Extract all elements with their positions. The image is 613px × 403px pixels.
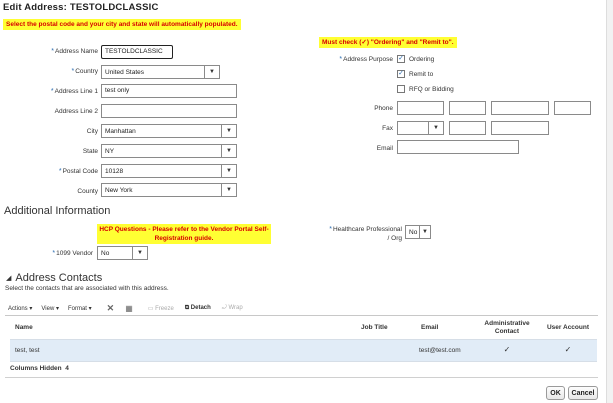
user-check-icon: ✓ bbox=[564, 345, 572, 354]
fax-area-input[interactable] bbox=[449, 121, 486, 135]
row-email: test@test.com bbox=[419, 347, 461, 354]
required-icon: * bbox=[71, 68, 75, 75]
wrap-button[interactable]: ⤾ Wrap bbox=[222, 305, 243, 312]
county-select[interactable]: New York ▼ bbox=[101, 183, 237, 197]
footer-divider bbox=[5, 377, 598, 378]
fax-label: Fax bbox=[382, 125, 393, 132]
required-icon: * bbox=[50, 88, 54, 95]
healthcare-professional-label: *Healthcare Professional / Org bbox=[329, 226, 402, 242]
state-select[interactable]: NY ▼ bbox=[101, 144, 237, 158]
col-name[interactable]: Name bbox=[15, 324, 33, 331]
city-select[interactable]: Manhattan ▼ bbox=[101, 124, 237, 138]
hcp-note: HCP Questions - Please refer to the Vend… bbox=[97, 224, 271, 244]
col-user-account[interactable]: User Account bbox=[543, 324, 593, 331]
checkbox-rfq[interactable] bbox=[397, 85, 405, 93]
state-label: State bbox=[82, 148, 98, 155]
vendor-1099-select[interactable]: No ▼ bbox=[97, 246, 148, 260]
col-administrative-contact[interactable]: Administrative Contact bbox=[474, 320, 540, 336]
chevron-down-icon[interactable]: ▼ bbox=[428, 122, 443, 134]
phone-label: Phone bbox=[374, 105, 393, 112]
toolbar-divider bbox=[5, 315, 598, 316]
address-name-input[interactable]: TESTOLDCLASSIC bbox=[101, 45, 173, 59]
scrollbar[interactable] bbox=[606, 0, 613, 403]
chevron-down-icon[interactable]: ▼ bbox=[221, 145, 236, 157]
address-purpose-label: *Address Purpose bbox=[339, 56, 393, 63]
row-name: test, test bbox=[15, 347, 40, 354]
address-line1-label: *Address Line 1 bbox=[50, 88, 98, 95]
postal-note: Select the postal code and your city and… bbox=[3, 19, 241, 30]
email-label: Email bbox=[376, 145, 393, 152]
ok-button[interactable]: OK bbox=[546, 386, 565, 400]
county-label: County bbox=[77, 188, 98, 195]
columns-hidden: Columns Hidden 4 bbox=[10, 365, 69, 372]
admin-check-icon: ✓ bbox=[503, 345, 511, 354]
address-line2-input[interactable] bbox=[101, 104, 237, 118]
purpose-ordering[interactable]: ✓ Ordering bbox=[397, 55, 434, 63]
collapse-triangle-icon[interactable]: ◢ bbox=[6, 274, 11, 282]
address-line1-input[interactable]: test only bbox=[101, 84, 237, 98]
purpose-rfq[interactable]: RFQ or Bidding bbox=[397, 85, 454, 93]
delete-x-icon[interactable]: ✕ bbox=[107, 303, 115, 314]
postal-code-label: *Postal Code bbox=[58, 168, 98, 175]
postal-code-select[interactable]: 10128 ▼ bbox=[101, 164, 237, 178]
additional-info-heading: Additional Information bbox=[4, 205, 111, 217]
actions-menu[interactable]: Actions ▾ bbox=[8, 305, 32, 312]
country-select[interactable]: United States ▼ bbox=[101, 65, 220, 79]
checkbox-ordering[interactable]: ✓ bbox=[397, 55, 405, 63]
email-input[interactable] bbox=[397, 140, 519, 154]
required-icon: * bbox=[329, 226, 332, 233]
chevron-down-icon[interactable]: ▼ bbox=[419, 226, 430, 238]
must-check-note: Must check (✓) "Ordering" and "Remit to"… bbox=[319, 37, 457, 48]
chevron-down-icon[interactable]: ▼ bbox=[204, 66, 219, 78]
contacts-toolbar: Actions ▾ View ▾ Format ▾ ✕ ▦ ▭ Freeze ⧉… bbox=[8, 303, 243, 314]
purpose-remit-to[interactable]: ✓ Remit to bbox=[397, 70, 433, 78]
format-menu[interactable]: Format ▾ bbox=[68, 305, 92, 312]
fax-country-select[interactable]: ▼ bbox=[397, 121, 444, 135]
chevron-down-icon[interactable]: ▼ bbox=[221, 165, 236, 177]
fax-number-input[interactable] bbox=[491, 121, 549, 135]
view-menu[interactable]: View ▾ bbox=[41, 305, 59, 312]
dialog-title: Edit Address: TESTOLDCLASSIC bbox=[3, 2, 159, 13]
chevron-down-icon[interactable]: ▼ bbox=[221, 184, 236, 196]
freeze-icon: ▭ bbox=[147, 306, 154, 312]
city-label: City bbox=[86, 128, 98, 135]
vendor-1099-label: *1099 Vendor bbox=[52, 250, 93, 257]
healthcare-professional-select[interactable]: No ▼ bbox=[405, 225, 431, 239]
address-name-label: *Address Name bbox=[51, 48, 98, 55]
cancel-button[interactable]: Cancel bbox=[568, 386, 598, 400]
chevron-down-icon[interactable]: ▼ bbox=[132, 247, 147, 259]
contacts-subtitle: Select the contacts that are associated … bbox=[5, 285, 169, 292]
checkbox-remit-to[interactable]: ✓ bbox=[397, 70, 405, 78]
phone-country-input[interactable] bbox=[397, 101, 444, 115]
country-label: *Country bbox=[71, 68, 99, 75]
required-icon: * bbox=[58, 168, 62, 175]
required-icon: * bbox=[52, 250, 56, 257]
export-grid-icon[interactable]: ▦ bbox=[125, 304, 133, 313]
freeze-button[interactable]: ▭ Freeze bbox=[148, 305, 174, 312]
required-icon: * bbox=[51, 48, 54, 55]
phone-number-input[interactable] bbox=[491, 101, 549, 115]
required-icon: * bbox=[339, 56, 343, 63]
wrap-icon: ⤾ bbox=[221, 305, 227, 311]
phone-ext-input[interactable] bbox=[554, 101, 591, 115]
address-contacts-section: ◢ Address Contacts bbox=[6, 272, 102, 284]
address-contacts-heading: Address Contacts bbox=[15, 272, 103, 284]
chevron-down-icon[interactable]: ▼ bbox=[221, 125, 236, 137]
detach-button[interactable]: ⧉ Detach bbox=[185, 305, 211, 312]
address-line2-label: Address Line 2 bbox=[54, 108, 98, 115]
phone-area-input[interactable] bbox=[449, 101, 486, 115]
col-email[interactable]: Email bbox=[421, 324, 438, 331]
detach-icon: ⧉ bbox=[184, 305, 190, 311]
col-job-title[interactable]: Job Title bbox=[361, 324, 388, 331]
